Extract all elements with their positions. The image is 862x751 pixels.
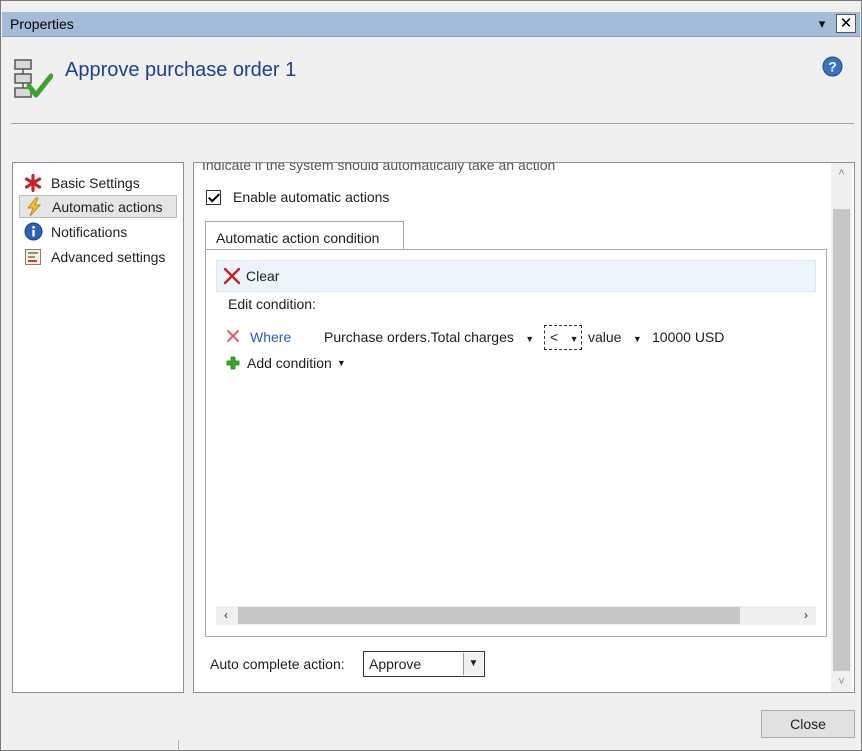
nav-label: Basic Settings (51, 174, 140, 191)
enable-automatic-actions-label: Enable automatic actions (233, 189, 390, 205)
help-icon[interactable]: ? (822, 56, 843, 77)
operator-dropdown[interactable]: < ▼ (544, 325, 582, 350)
section-description: Indicate if the system should automatica… (202, 162, 556, 173)
condition-row: Where Purchase orders.Total charges ▼ < … (224, 324, 814, 350)
nav-label: Notifications (51, 223, 128, 240)
asterisk-icon (23, 173, 43, 193)
page-title: Approve purchase order 1 (65, 59, 297, 81)
auto-complete-action-value: Approve (369, 656, 422, 672)
edit-condition-label: Edit condition: (228, 296, 316, 312)
delete-condition-icon[interactable] (226, 329, 240, 343)
value-type-dropdown[interactable]: value ▼ (588, 324, 642, 350)
scroll-up-icon[interactable]: ˄ (831, 163, 852, 183)
nav-label: Automatic actions (52, 198, 163, 215)
chevron-down-icon: ▼ (517, 334, 535, 344)
scroll-right-icon[interactable]: › (796, 606, 816, 625)
lightning-icon (24, 197, 44, 217)
window-menu-dropdown-icon[interactable]: ▾ (812, 14, 832, 34)
nav-item-advanced-settings[interactable]: Advanced settings (19, 245, 177, 268)
workflow-approve-icon (14, 59, 53, 98)
auto-complete-action-select[interactable]: Approve ▼ (363, 651, 485, 677)
close-button[interactable]: Close (761, 710, 855, 738)
settings-nav: Basic Settings Automatic actions Notific… (12, 162, 184, 693)
svg-text:?: ? (828, 59, 837, 75)
condition-editor: Clear Edit condition: Where Purchase ord… (205, 249, 827, 637)
vertical-scrollbar[interactable]: ˄ ˅ (831, 163, 852, 692)
auto-complete-action-label: Auto complete action: (210, 656, 345, 672)
clear-x-icon (223, 267, 241, 285)
enable-automatic-actions-checkbox[interactable] (206, 189, 221, 205)
settings-form-icon (23, 247, 43, 267)
horizontal-scroll-thumb[interactable] (238, 607, 740, 624)
horizontal-scrollbar[interactable]: ‹ › (216, 606, 816, 625)
chevron-down-icon[interactable]: ▼ (463, 653, 483, 675)
add-condition-button[interactable]: Add condition ▼ (226, 352, 346, 374)
chevron-down-icon: ▼ (562, 334, 579, 344)
window-title: Properties (10, 16, 74, 32)
automatic-actions-panel: Indicate if the system should automatica… (193, 162, 855, 693)
operator-value: < (550, 329, 559, 345)
scroll-down-icon[interactable]: ˅ (831, 672, 852, 692)
window-close-button[interactable]: ✕ (836, 14, 856, 33)
add-condition-label: Add condition (247, 355, 332, 371)
condition-value-input[interactable]: 10000 USD (652, 324, 724, 350)
nav-item-basic-settings[interactable]: Basic Settings (19, 171, 177, 194)
chevron-down-icon: ▼ (625, 334, 642, 344)
header-divider (11, 123, 854, 124)
title-bar[interactable]: Properties ▾ ✕ (2, 12, 860, 37)
nav-item-notifications[interactable]: Notifications (19, 220, 177, 243)
scroll-left-icon[interactable]: ‹ (216, 606, 236, 625)
properties-window: Properties ▾ ✕ Approve purchase order 1 … (0, 0, 862, 751)
nav-label: Advanced settings (51, 248, 166, 265)
where-link[interactable]: Where (250, 324, 291, 350)
clear-button[interactable]: Clear (216, 260, 816, 292)
clear-label: Clear (246, 268, 280, 284)
enable-automatic-actions-row[interactable]: Enable automatic actions (206, 189, 389, 205)
condition-field-value: Purchase orders.Total charges (324, 329, 514, 345)
condition-field-dropdown[interactable]: Purchase orders.Total charges ▼ (324, 324, 534, 350)
plus-icon (226, 356, 240, 370)
info-icon (23, 222, 43, 242)
value-type-label: value (588, 329, 622, 345)
chevron-down-icon: ▼ (331, 358, 346, 368)
tab-automatic-action-condition[interactable]: Automatic action condition (205, 221, 404, 250)
vertical-scroll-thumb[interactable] (833, 209, 850, 671)
background-divider (178, 740, 179, 751)
nav-item-automatic-actions[interactable]: Automatic actions (19, 195, 177, 218)
